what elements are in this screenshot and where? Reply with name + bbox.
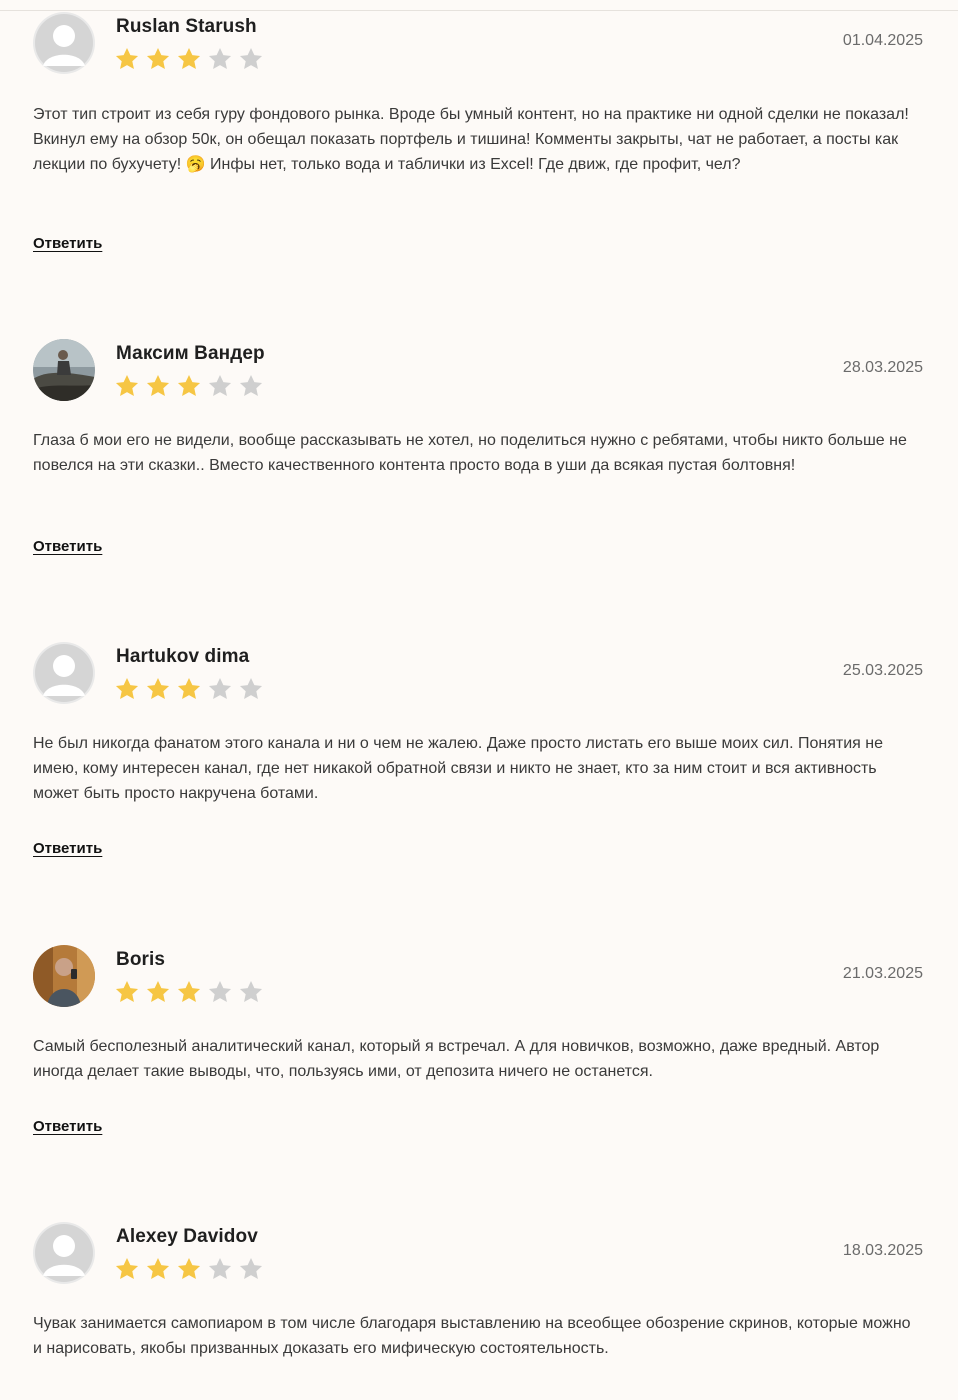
review-author: Максим Вандер [116, 343, 265, 364]
star-filled-icon [114, 373, 140, 399]
star-empty-icon [207, 1256, 233, 1282]
reply-link[interactable]: Ответить [33, 1118, 102, 1135]
review-date: 01.04.2025 [842, 32, 923, 49]
star-empty-icon [238, 676, 264, 702]
review-text: Чувак занимается самопиаром в том числе … [33, 1315, 911, 1357]
rating-stars [114, 1256, 269, 1282]
star-empty-icon [238, 373, 264, 399]
review-card: Boris 21.03.2025 Самый бесполезный анали… [33, 945, 923, 1165]
star-filled-icon [145, 46, 171, 72]
star-filled-icon [176, 46, 202, 72]
rating-stars [114, 46, 269, 72]
review-date: 18.03.2025 [842, 1242, 923, 1259]
user-photo-avatar [33, 339, 95, 401]
star-filled-icon [145, 1256, 171, 1282]
review-card: Максим Вандер 28.03.2025 Глаза б мои его… [33, 339, 923, 579]
star-filled-icon [114, 46, 140, 72]
review-author: Alexey Davidov [116, 1226, 258, 1247]
review-date: 21.03.2025 [842, 965, 923, 982]
review-text: Этот тип строит из себя гуру фондового р… [33, 106, 909, 173]
review-date: 25.03.2025 [842, 662, 923, 679]
review-card: Alexey Davidov 18.03.2025 Чувак занимает… [33, 1222, 923, 1400]
top-divider [0, 10, 958, 11]
default-avatar-icon [33, 642, 95, 704]
star-empty-icon [238, 46, 264, 72]
review-text: Не был никогда фанатом этого канала и ни… [33, 735, 883, 802]
star-empty-icon [207, 979, 233, 1005]
reply-link[interactable]: Ответить [33, 538, 102, 555]
rating-stars [114, 373, 269, 399]
star-filled-icon [114, 1256, 140, 1282]
star-empty-icon [207, 676, 233, 702]
reply-link[interactable]: Ответить [33, 840, 102, 857]
user-photo-avatar [33, 945, 95, 1007]
review-date: 28.03.2025 [842, 359, 923, 376]
rating-stars [114, 676, 269, 702]
star-filled-icon [176, 676, 202, 702]
reply-link[interactable]: Ответить [33, 235, 102, 252]
default-avatar-icon [33, 12, 95, 74]
star-filled-icon [176, 979, 202, 1005]
review-author: Ruslan Starush [116, 16, 257, 37]
star-filled-icon [176, 373, 202, 399]
review-card: Ruslan Starush 01.04.2025 Этот тип строи… [33, 12, 923, 272]
star-empty-icon [238, 979, 264, 1005]
star-empty-icon [207, 373, 233, 399]
review-card: Hartukov dima 25.03.2025 Не был никогда … [33, 642, 923, 882]
review-text: Глаза б мои его не видели, вообще расска… [33, 432, 907, 474]
star-filled-icon [145, 676, 171, 702]
star-filled-icon [145, 979, 171, 1005]
review-text: Самый бесполезный аналитический канал, к… [33, 1038, 880, 1080]
star-filled-icon [114, 979, 140, 1005]
star-filled-icon [176, 1256, 202, 1282]
review-author: Hartukov dima [116, 646, 250, 667]
rating-stars [114, 979, 269, 1005]
star-filled-icon [114, 676, 140, 702]
star-empty-icon [238, 1256, 264, 1282]
star-empty-icon [207, 46, 233, 72]
star-filled-icon [145, 373, 171, 399]
review-author: Boris [116, 949, 166, 970]
default-avatar-icon [33, 1222, 95, 1284]
